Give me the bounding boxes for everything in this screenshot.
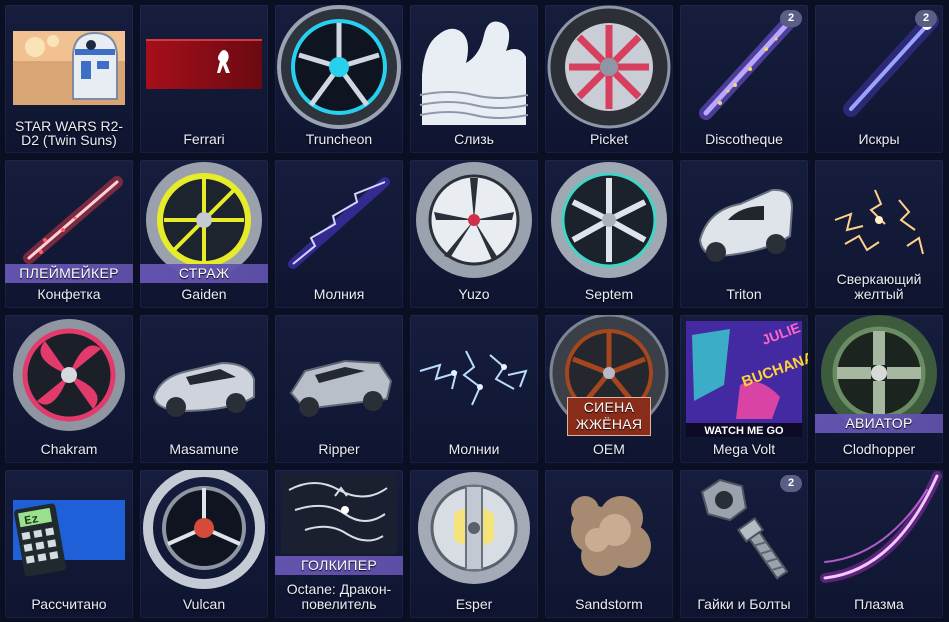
inventory-item[interactable]: Yuzo	[410, 160, 538, 308]
item-name: Yuzo	[458, 286, 490, 302]
inventory-item[interactable]: Truncheon	[275, 5, 403, 153]
item-name: Молнии	[448, 441, 500, 457]
item-name: Chakram	[40, 441, 98, 457]
item-name: Конфетка	[37, 286, 101, 302]
dragon-decal-icon	[281, 474, 397, 554]
plasma-trail-icon	[820, 471, 942, 583]
inventory-item[interactable]: 2 Discotheque	[680, 5, 808, 153]
player-banner-icon: JULIE BUCHANAN WATCH ME GO	[686, 319, 808, 437]
inventory-grid: STAR WARS R2-D2 (Twin Suns) Ferrari Trun…	[0, 0, 949, 622]
inventory-item[interactable]: 2 Гайки и Болты	[680, 470, 808, 618]
inventory-item[interactable]: ГОЛКИПЕР Octane: Дракон-повелитель	[275, 470, 403, 618]
wheel-icon	[547, 5, 671, 129]
calculator-decal-icon: Ez	[13, 500, 125, 577]
wheel-icon	[551, 162, 667, 278]
item-count-badge: 2	[780, 10, 802, 27]
item-name: Octane: Дракон-повелитель	[286, 581, 392, 612]
item-label-band: ПЛЕЙМЕЙКЕР	[5, 264, 133, 283]
item-name: Gaiden	[181, 286, 227, 302]
item-name: Сверкающий желтый	[836, 271, 922, 302]
item-name: STAR WARS R2-D2 (Twin Suns)	[14, 118, 124, 148]
wheel-icon	[277, 5, 401, 129]
calculator-screen-text: Ez	[23, 512, 40, 528]
inventory-item[interactable]: Ferrari	[140, 5, 268, 153]
lightning-icon	[419, 350, 528, 406]
inventory-item[interactable]: Triton	[680, 160, 808, 308]
item-name: Mega Volt	[712, 441, 776, 457]
wheel-icon	[416, 162, 532, 278]
inventory-item[interactable]: АВИАТОР Clodhopper	[815, 315, 943, 463]
inventory-item[interactable]: Плазма	[815, 470, 943, 618]
item-name: Слизь	[454, 131, 494, 147]
inventory-item[interactable]: СИЕНА ЖЖЁНАЯ OEM	[545, 315, 673, 463]
item-label-band: СИЕНА ЖЖЁНАЯ	[567, 397, 651, 436]
car-body-icon	[152, 361, 255, 417]
inventory-item[interactable]: Septem	[545, 160, 673, 308]
item-name: OEM	[593, 441, 625, 457]
inventory-item[interactable]: Sandstorm	[545, 470, 673, 618]
item-name: Ferrari	[183, 131, 225, 147]
item-name: Picket	[589, 131, 629, 147]
inventory-item[interactable]: Сверкающий желтый	[815, 160, 943, 308]
smoke-goal-explosion-icon	[571, 496, 651, 576]
inventory-item[interactable]: STAR WARS R2-D2 (Twin Suns)	[5, 5, 133, 153]
car-body-icon	[698, 188, 794, 262]
item-name: Esper	[455, 596, 493, 612]
item-name: Искры	[858, 131, 900, 147]
inventory-item[interactable]: Chakram	[5, 315, 133, 463]
inventory-item[interactable]: Ez Рассчитано	[5, 470, 133, 618]
wheel-icon	[143, 470, 265, 589]
item-name: Truncheon	[305, 131, 373, 147]
inventory-item[interactable]: Masamune	[140, 315, 268, 463]
wheel-icon	[418, 472, 530, 584]
inventory-item[interactable]: 2 Искры	[815, 5, 943, 153]
item-count-badge: 2	[780, 475, 802, 492]
sparkle-icon	[834, 189, 924, 255]
item-name: Clodhopper	[842, 441, 916, 457]
item-count-badge: 2	[915, 10, 937, 27]
ferrari-decal-icon	[146, 39, 262, 89]
inventory-item[interactable]: Ripper	[275, 315, 403, 463]
lightning-trail-icon	[288, 177, 390, 269]
inventory-item[interactable]: Picket	[545, 5, 673, 153]
banner-tagline: WATCH ME GO	[704, 425, 784, 437]
item-name: Гайки и Болты	[697, 596, 791, 612]
item-label-band: СТРАЖ	[140, 264, 268, 283]
inventory-item[interactable]: Молнии	[410, 315, 538, 463]
item-name: Masamune	[169, 441, 239, 457]
item-label-band: ГОЛКИПЕР	[275, 556, 403, 575]
inventory-item[interactable]: Слизь	[410, 5, 538, 153]
inventory-item[interactable]: СТРАЖ Gaiden	[140, 160, 268, 308]
inventory-item[interactable]: Молния	[275, 160, 403, 308]
inventory-item[interactable]: ПЛЕЙМЕЙКЕР Конфетка	[5, 160, 133, 308]
inventory-item[interactable]: Esper	[410, 470, 538, 618]
slime-icon	[419, 21, 529, 125]
inventory-item[interactable]: Vulcan	[140, 470, 268, 618]
item-label-band: АВИАТОР	[815, 414, 943, 433]
item-label: СИЕНА ЖЖЁНАЯ	[575, 399, 643, 432]
item-name: Молния	[313, 286, 365, 302]
item-name: Triton	[726, 286, 762, 302]
item-name: Плазма	[854, 596, 904, 612]
item-name: Рассчитано	[31, 596, 107, 612]
item-name: Discotheque	[705, 131, 783, 147]
item-name: Sandstorm	[575, 596, 643, 612]
item-name: Ripper	[318, 441, 360, 457]
r2d2-decal-icon	[13, 31, 125, 105]
inventory-item[interactable]: JULIE BUCHANAN WATCH ME GO Mega Volt	[680, 315, 808, 463]
item-name: Vulcan	[182, 596, 226, 612]
wheel-icon	[13, 319, 125, 431]
car-body-icon	[289, 359, 393, 417]
item-name: Septem	[584, 286, 634, 302]
